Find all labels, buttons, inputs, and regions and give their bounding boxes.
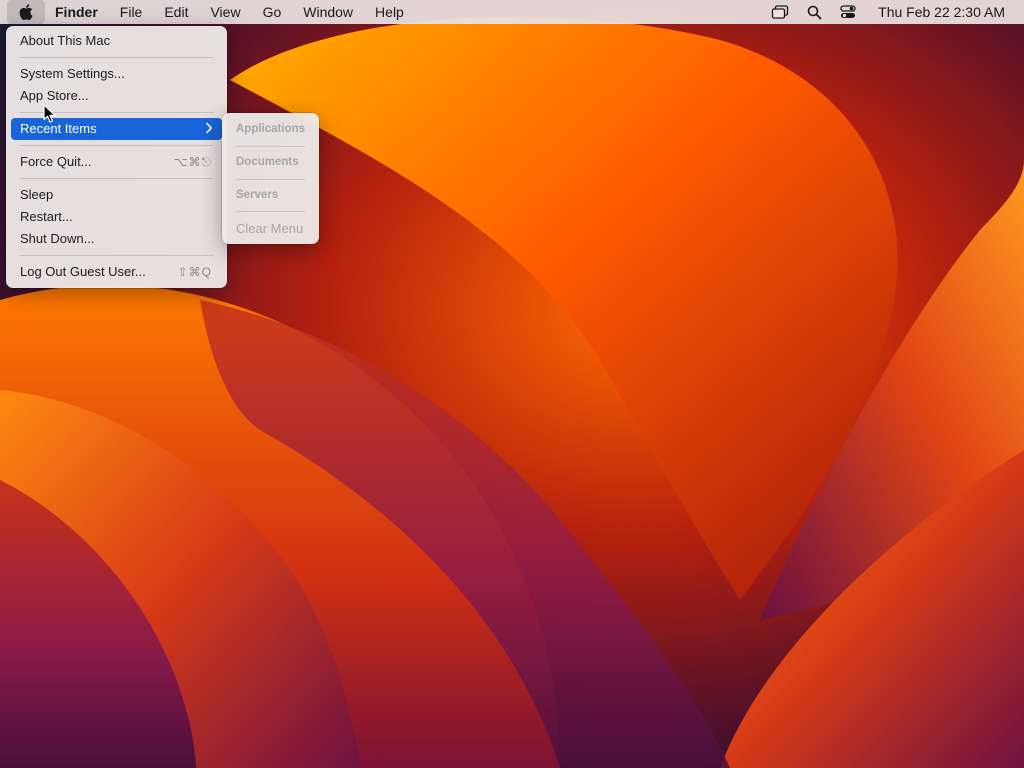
menu-item-restart[interactable]: Restart... <box>11 206 222 228</box>
menu-separator <box>236 211 305 212</box>
menu-window[interactable]: Window <box>292 0 364 24</box>
menu-bar: Finder File Edit View Go Window Help Thu… <box>0 0 1024 24</box>
chevron-right-icon <box>205 118 213 140</box>
submenu-header-documents: Documents <box>236 156 299 168</box>
menu-item-label: Restart... <box>20 209 73 224</box>
menu-item-label: Recent Items <box>20 121 97 136</box>
menu-separator <box>236 179 305 180</box>
menu-separator <box>20 178 213 179</box>
control-center-icon[interactable] <box>837 0 859 24</box>
menu-edit[interactable]: Edit <box>153 0 199 24</box>
menu-item-sleep[interactable]: Sleep <box>11 184 222 206</box>
submenu-header-applications: Applications <box>236 123 306 135</box>
menu-help[interactable]: Help <box>364 0 415 24</box>
recent-items-submenu: Applications Documents Servers Clear Men… <box>222 113 319 244</box>
menu-item-shortcut: ⌥⌘⎋ <box>173 155 212 169</box>
menu-item-about-this-mac[interactable]: About This Mac <box>11 30 222 52</box>
submenu-item-clear-menu[interactable]: Clear Menu <box>236 221 303 236</box>
submenu-header-servers: Servers <box>236 189 279 201</box>
menu-go[interactable]: Go <box>252 0 293 24</box>
menu-separator <box>20 255 213 256</box>
stage-manager-icon[interactable] <box>769 0 791 24</box>
menu-item-label: App Store... <box>20 88 89 103</box>
menu-item-label: Sleep <box>20 187 54 202</box>
menu-item-label: System Settings... <box>20 66 125 81</box>
menu-item-system-settings[interactable]: System Settings... <box>11 63 222 85</box>
spotlight-search-icon[interactable] <box>803 0 825 24</box>
menu-item-force-quit[interactable]: Force Quit... ⌥⌘⎋ <box>11 151 222 173</box>
menu-app-finder[interactable]: Finder <box>45 0 109 24</box>
apple-menu: About This Mac System Settings... App St… <box>6 26 227 288</box>
menu-item-log-out[interactable]: Log Out Guest User... ⇧⌘Q <box>11 261 222 283</box>
menu-item-shortcut: ⇧⌘Q <box>177 265 212 279</box>
menu-file[interactable]: File <box>109 0 154 24</box>
apple-menu-button[interactable] <box>7 0 45 24</box>
menu-separator <box>236 146 305 147</box>
menu-bar-clock[interactable]: Thu Feb 22 2:30 AM <box>865 0 1024 24</box>
mouse-pointer-icon <box>43 104 56 123</box>
menu-item-shut-down[interactable]: Shut Down... <box>11 228 222 250</box>
menu-view[interactable]: View <box>199 0 251 24</box>
menu-item-label: About This Mac <box>20 33 111 48</box>
menu-item-label: Log Out Guest User... <box>20 264 146 279</box>
menu-separator <box>20 57 213 58</box>
menu-item-label: Force Quit... <box>20 154 92 169</box>
menu-item-label: Shut Down... <box>20 231 95 246</box>
menu-separator <box>20 145 213 146</box>
apple-logo-icon <box>19 4 33 20</box>
desktop[interactable]: Finder File Edit View Go Window Help Thu… <box>0 0 1024 768</box>
